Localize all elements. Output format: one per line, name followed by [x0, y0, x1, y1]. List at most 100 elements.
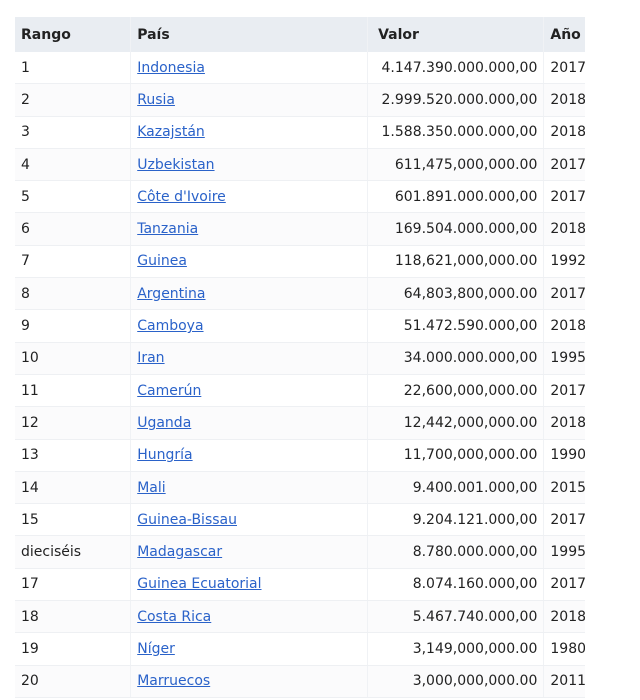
value-cell: 8.780.000.000,00 — [367, 535, 544, 569]
country-link[interactable]: Kazajstán — [137, 124, 205, 140]
rank-cell: 1 — [15, 52, 131, 85]
table-row: 3 Kazajstán 1.588.350.000.000,00 2018 — [15, 116, 585, 149]
rank-cell: 14 — [15, 471, 131, 505]
year-cell: 2018 — [543, 83, 585, 117]
country-link[interactable]: Iran — [137, 350, 164, 366]
country-link[interactable]: Costa Rica — [137, 609, 211, 625]
value-cell: 4.147.390.000.000,00 — [367, 52, 544, 85]
rank-cell: 20 — [15, 665, 131, 698]
rank-cell: 12 — [15, 406, 131, 440]
year-cell: 2018 — [543, 309, 585, 343]
country-link[interactable]: Guinea — [137, 253, 187, 269]
year-cell: 2018 — [543, 116, 585, 149]
rank-cell: 2 — [15, 83, 131, 117]
country-cell: Argentina — [130, 277, 368, 311]
table-row: 10 Iran 34.000.000.000,00 1995 — [15, 342, 585, 375]
table-row: 5 Côte d'Ivoire 601.891.000.000,00 2017 — [15, 180, 585, 214]
year-cell: 1992 — [543, 245, 585, 279]
table-row: 7 Guinea 118,621,000,000.00 1992 — [15, 245, 585, 279]
rank-cell: 11 — [15, 374, 131, 408]
table-row: 1 Indonesia 4.147.390.000.000,00 2017 — [15, 52, 585, 85]
header-rank: Rango — [15, 17, 131, 52]
country-cell: Camboya — [130, 309, 368, 343]
country-cell: Guinea-Bissau — [130, 503, 368, 537]
country-cell: Kazajstán — [130, 116, 368, 149]
value-cell: 12,442,000,000.00 — [367, 406, 544, 440]
ranking-table-container: Rango País Valor Año 1 Indonesia 4.147.3… — [15, 17, 585, 698]
country-link[interactable]: Guinea Ecuatorial — [137, 576, 261, 592]
country-cell: Camerún — [130, 374, 368, 408]
country-cell: Madagascar — [130, 535, 368, 569]
country-cell: Iran — [130, 342, 368, 375]
rank-cell: 9 — [15, 309, 131, 343]
year-cell: 2017 — [543, 148, 585, 182]
table-row: 14 Mali 9.400.001.000,00 2015 — [15, 471, 585, 505]
year-cell: 1995 — [543, 342, 585, 375]
rank-cell: 7 — [15, 245, 131, 279]
value-cell: 11,700,000,000.00 — [367, 439, 544, 472]
country-link[interactable]: Guinea-Bissau — [137, 512, 237, 528]
value-cell: 1.588.350.000.000,00 — [367, 116, 544, 149]
ranking-table: Rango País Valor Año 1 Indonesia 4.147.3… — [15, 17, 585, 698]
rank-cell: 6 — [15, 212, 131, 246]
country-link[interactable]: Níger — [137, 641, 175, 657]
value-cell: 34.000.000.000,00 — [367, 342, 544, 375]
country-link[interactable]: Rusia — [137, 92, 175, 108]
rank-cell: 19 — [15, 632, 131, 666]
country-link[interactable]: Mali — [137, 480, 165, 496]
year-cell: 2017 — [543, 277, 585, 311]
year-cell: 2011 — [543, 665, 585, 698]
table-row: 18 Costa Rica 5.467.740.000,00 2018 — [15, 600, 585, 634]
country-cell: Hungría — [130, 439, 368, 472]
year-cell: 2017 — [543, 180, 585, 214]
year-cell: 1980 — [543, 632, 585, 666]
table-row: 15 Guinea-Bissau 9.204.121.000,00 2017 — [15, 503, 585, 537]
country-cell: Tanzania — [130, 212, 368, 246]
rank-cell: 8 — [15, 277, 131, 311]
rank-cell: 15 — [15, 503, 131, 537]
country-link[interactable]: Madagascar — [137, 544, 222, 560]
country-link[interactable]: Marruecos — [137, 673, 210, 689]
country-link[interactable]: Uzbekistan — [137, 157, 214, 173]
year-cell: 2018 — [543, 600, 585, 634]
rank-cell: 10 — [15, 342, 131, 375]
rank-cell: 4 — [15, 148, 131, 182]
country-link[interactable]: Argentina — [137, 286, 205, 302]
header-year: Año — [543, 17, 585, 52]
country-link[interactable]: Indonesia — [137, 60, 205, 76]
value-cell: 22,600,000,000.00 — [367, 374, 544, 408]
country-cell: Côte d'Ivoire — [130, 180, 368, 214]
table-row: 6 Tanzania 169.504.000.000,00 2018 — [15, 212, 585, 246]
year-cell: 2017 — [543, 374, 585, 408]
value-cell: 51.472.590.000,00 — [367, 309, 544, 343]
country-cell: Níger — [130, 632, 368, 666]
table-row: dieciséis Madagascar 8.780.000.000,00 19… — [15, 535, 585, 569]
rank-cell: 13 — [15, 439, 131, 472]
table-row: 11 Camerún 22,600,000,000.00 2017 — [15, 374, 585, 408]
country-cell: Marruecos — [130, 665, 368, 698]
value-cell: 9.204.121.000,00 — [367, 503, 544, 537]
country-link[interactable]: Tanzania — [137, 221, 198, 237]
year-cell: 1995 — [543, 535, 585, 569]
country-cell: Guinea Ecuatorial — [130, 568, 368, 602]
table-row: 13 Hungría 11,700,000,000.00 1990 — [15, 439, 585, 472]
country-link[interactable]: Côte d'Ivoire — [137, 189, 226, 205]
value-cell: 5.467.740.000,00 — [367, 600, 544, 634]
country-cell: Uzbekistan — [130, 148, 368, 182]
value-cell: 3,149,000,000.00 — [367, 632, 544, 666]
country-link[interactable]: Uganda — [137, 415, 191, 431]
rank-cell: dieciséis — [15, 535, 131, 569]
table-row: 19 Níger 3,149,000,000.00 1980 — [15, 632, 585, 666]
rank-cell: 3 — [15, 116, 131, 149]
year-cell: 2018 — [543, 212, 585, 246]
country-link[interactable]: Hungría — [137, 447, 192, 463]
year-cell: 2015 — [543, 471, 585, 505]
value-cell: 169.504.000.000,00 — [367, 212, 544, 246]
country-link[interactable]: Camerún — [137, 383, 201, 399]
table-row: 9 Camboya 51.472.590.000,00 2018 — [15, 309, 585, 343]
header-country: País — [130, 17, 368, 52]
table-row: 12 Uganda 12,442,000,000.00 2018 — [15, 406, 585, 440]
country-link[interactable]: Camboya — [137, 318, 203, 334]
value-cell: 611,475,000,000.00 — [367, 148, 544, 182]
value-cell: 3,000,000,000.00 — [367, 665, 544, 698]
